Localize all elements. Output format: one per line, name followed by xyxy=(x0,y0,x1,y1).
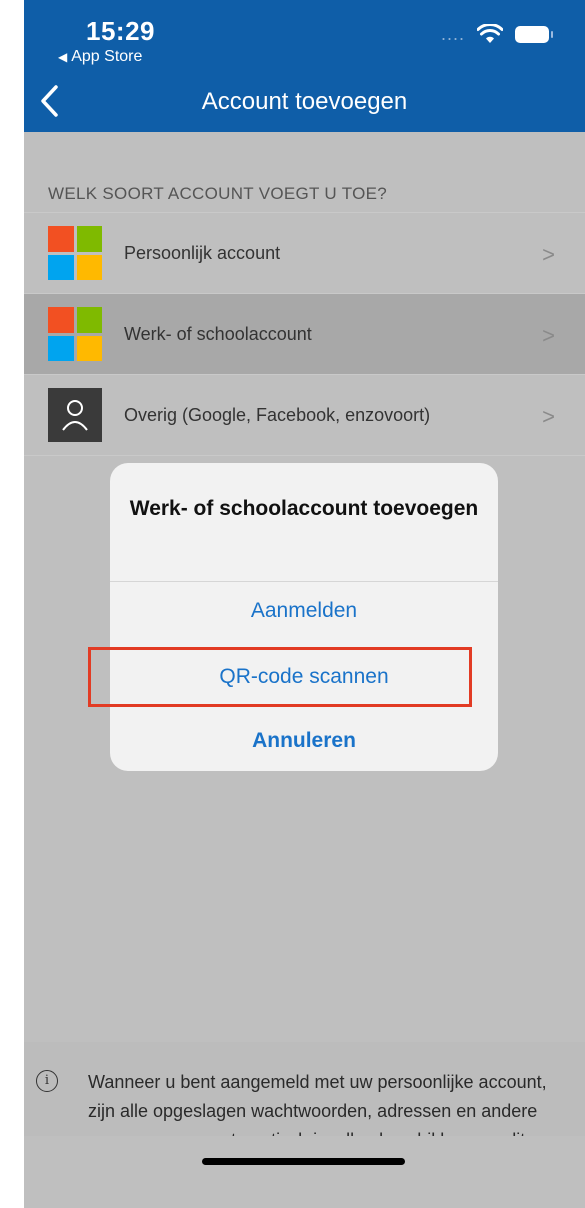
top-bar: 15:29 ◀ App Store .... Account toevoegen xyxy=(24,0,585,132)
signal-dots-icon: .... xyxy=(440,24,465,44)
account-option-label: Overig (Google, Facebook, enzovoort) xyxy=(124,404,431,425)
action-sheet-divider xyxy=(110,581,498,582)
chevron-right-icon: > xyxy=(542,323,555,348)
account-option-other[interactable]: Overig (Google, Facebook, enzovoort) > xyxy=(24,374,585,455)
account-type-list: Persoonlijk account > Werk- of schoolacc… xyxy=(24,212,585,456)
status-icons: .... xyxy=(440,24,553,44)
back-triangle-icon: ◀ xyxy=(58,50,68,64)
microsoft-logo-icon xyxy=(48,226,102,280)
account-option-personal[interactable]: Persoonlijk account > xyxy=(24,212,585,293)
page-title: Account toevoegen xyxy=(201,88,408,115)
back-to-app-link[interactable]: ◀ App Store xyxy=(58,48,142,66)
account-option-label: Persoonlijk account xyxy=(124,242,281,263)
home-indicator[interactable] xyxy=(202,1158,405,1165)
home-bar xyxy=(24,1136,585,1208)
status-time: 15:29 xyxy=(86,16,155,46)
person-icon xyxy=(48,388,102,442)
info-icon: i xyxy=(36,1070,58,1092)
account-option-label: Werk- of schoolaccount xyxy=(124,323,312,344)
chevron-right-icon: > xyxy=(542,404,555,429)
cancel-button[interactable]: Annuleren xyxy=(110,729,498,753)
phone-screen: 15:29 ◀ App Store .... Account toevoegen… xyxy=(24,0,585,1208)
sign-in-button[interactable]: Aanmelden xyxy=(110,599,498,623)
battery-icon xyxy=(515,25,553,43)
section-header: WELK SOORT ACCOUNT VOEGT U TOE? xyxy=(48,184,387,203)
wifi-icon xyxy=(477,24,503,43)
qr-code-highlight-box xyxy=(88,647,472,707)
back-app-label: App Store xyxy=(71,48,143,65)
action-sheet: Werk- of schoolaccount toevoegen Aanmeld… xyxy=(110,463,498,771)
action-sheet-title: Werk- of schoolaccount toevoegen xyxy=(129,497,479,520)
microsoft-logo-icon xyxy=(48,307,102,361)
account-option-work-school[interactable]: Werk- of schoolaccount > xyxy=(24,293,585,374)
chevron-right-icon: > xyxy=(542,242,555,267)
list-divider xyxy=(24,455,585,456)
